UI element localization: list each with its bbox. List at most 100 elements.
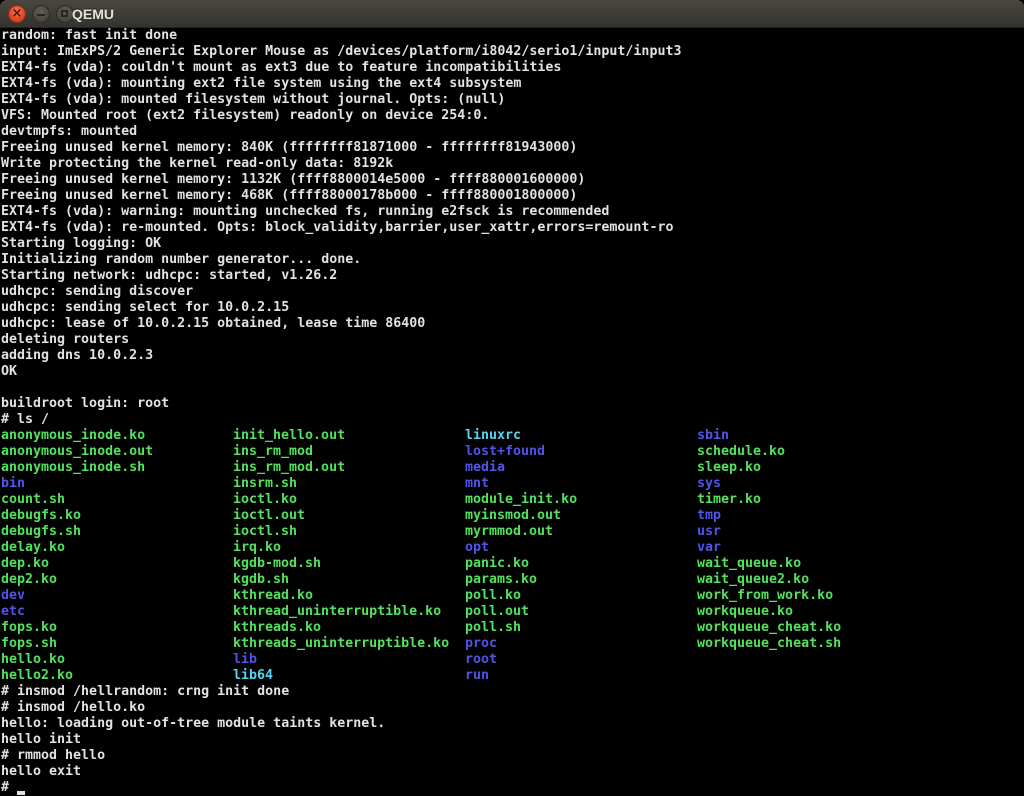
terminal-text: sleep.ko [697, 460, 761, 476]
terminal-line: # rmmod hello [1, 748, 1024, 764]
maximize-icon [61, 10, 68, 17]
terminal-text: debugfs.ko [1, 508, 81, 524]
terminal-text: hello2.ko [1, 668, 73, 684]
terminal-line: fops.sh kthreads_uninterruptible.ko proc wo… [1, 636, 1024, 652]
terminal-line: delay.koirq.kooptvar [1, 540, 1024, 556]
terminal-line: bininsrm.shmntsys [1, 476, 1024, 492]
terminal-line: Write protecting the kernel read-only da… [1, 156, 1024, 172]
terminal-text: poll.ko [465, 588, 521, 604]
terminal-line: debugfs.koioctl.outmyinsmod.outtmp [1, 508, 1024, 524]
terminal-text: ins_rm_mod [233, 444, 313, 460]
terminal-text: lib64 [233, 668, 273, 684]
terminal-text: tmp [697, 508, 721, 524]
terminal-text: fops.ko [1, 620, 57, 636]
terminal-text: lost+found [465, 444, 545, 460]
terminal-text: # insmod /hello.ko [1, 700, 145, 716]
terminal-line: devtmpfs: mounted [1, 124, 1024, 140]
terminal-line: anonymous_inode.outins_rm_modlost+founds… [1, 444, 1024, 460]
terminal-text: ioctl.sh [233, 524, 297, 540]
terminal-line: Freeing unused kernel memory: 840K (ffff… [1, 140, 1024, 156]
terminal-text: sbin [697, 428, 729, 444]
terminal-text: workqueue_cheat.sh [697, 636, 841, 652]
titlebar[interactable]: × QEMU [0, 0, 1024, 28]
terminal-text: deleting routers [1, 332, 129, 348]
terminal-line: Starting network: udhcpc: started, v1.26… [1, 268, 1024, 284]
terminal-text: ioctl.ko [233, 492, 297, 508]
terminal-line: VFS: Mounted root (ext2 filesystem) read… [1, 108, 1024, 124]
terminal-text: devtmpfs: mounted [1, 124, 137, 140]
qemu-window: × QEMU random: fast init doneinput: ImEx… [0, 0, 1024, 796]
terminal-line: deleting routers [1, 332, 1024, 348]
terminal-text: hello: loading out-of-tree module taints… [1, 716, 385, 732]
terminal-text: irq.ko [233, 540, 281, 556]
terminal-text: kthreads_uninterruptible.ko [233, 636, 449, 652]
terminal-line: # ls / [1, 412, 1024, 428]
terminal-line: hello exit [1, 764, 1024, 780]
terminal-line: OK [1, 364, 1024, 380]
terminal-text: proc [465, 636, 497, 652]
terminal-screen[interactable]: random: fast init doneinput: ImExPS/2 Ge… [0, 28, 1024, 796]
terminal-text: udhcpc: sending select for 10.0.2.15 [1, 300, 289, 316]
terminal-text: Initializing random number generator... … [1, 252, 361, 268]
terminal-text: OK [1, 364, 17, 380]
terminal-text: adding dns 10.0.2.3 [1, 348, 153, 364]
terminal-text: media [465, 460, 505, 476]
terminal-text: insrm.sh [233, 476, 297, 492]
terminal-text: poll.sh [465, 620, 521, 636]
terminal-text: linuxrc [465, 428, 521, 444]
terminal-text: Freeing unused kernel memory: 840K (ffff… [1, 140, 577, 156]
terminal-text: opt [465, 540, 489, 556]
terminal-line: # insmod /hello.ko [1, 700, 1024, 716]
terminal-line: # [1, 780, 1024, 796]
terminal-text: mnt [465, 476, 489, 492]
terminal-text: ins_rm_mod.out [233, 460, 345, 476]
terminal-text: Starting network: udhcpc: started, v1.26… [1, 268, 337, 284]
terminal-text: myrmmod.out [465, 524, 553, 540]
terminal-text: EXT4-fs (vda): re-mounted. Opts: block_v… [1, 220, 673, 236]
terminal-text: module_init.ko [465, 492, 577, 508]
terminal-line: Freeing unused kernel memory: 1132K (fff… [1, 172, 1024, 188]
terminal-text: udhcpc: lease of 10.0.2.15 obtained, lea… [1, 316, 425, 332]
terminal-text: fops.sh [1, 636, 57, 652]
terminal-line: EXT4-fs (vda): mounted filesystem withou… [1, 92, 1024, 108]
terminal-line: EXT4-fs (vda): re-mounted. Opts: block_v… [1, 220, 1024, 236]
terminal-line: EXT4-fs (vda): warning: mounting uncheck… [1, 204, 1024, 220]
terminal-text: random: fast init done [1, 28, 177, 44]
terminal-text: EXT4-fs (vda): couldn't mount as ext3 du… [1, 60, 561, 76]
terminal-text: buildroot login: root [1, 396, 169, 412]
terminal-text: wait_queue.ko [697, 556, 801, 572]
terminal-line: hello: loading out-of-tree module taints… [1, 716, 1024, 732]
terminal-text: kgdb-mod.sh [233, 556, 321, 572]
terminal-line: dep2.kokgdb.shparams.kowait_queue2.ko [1, 572, 1024, 588]
terminal-line: count.sh ioctl.ko module_init.ko timer.ko [1, 492, 1024, 508]
terminal-line: anonymous_inode.koinit_hello.outlinuxrcs… [1, 428, 1024, 444]
close-icon: × [9, 6, 25, 22]
terminal-text: anonymous_inode.out [1, 444, 153, 460]
terminal-text: work_from_work.ko [697, 588, 833, 604]
terminal-text: dep2.ko [1, 572, 57, 588]
terminal-line: input: ImExPS/2 Generic Explorer Mouse a… [1, 44, 1024, 60]
terminal-text: EXT4-fs (vda): mounting ext2 file system… [1, 76, 521, 92]
terminal-line: udhcpc: sending select for 10.0.2.15 [1, 300, 1024, 316]
terminal-text: params.ko [465, 572, 537, 588]
terminal-text: # ls / [1, 412, 49, 428]
terminal-line: fops.kokthreads.kopoll.shworkqueue_cheat… [1, 620, 1024, 636]
terminal-text: hello exit [1, 764, 81, 780]
terminal-text: sys [697, 476, 721, 492]
terminal-line: hello2.ko lib64 run [1, 668, 1024, 684]
terminal-line: etckthread_uninterruptible.kopoll.outwor… [1, 604, 1024, 620]
terminal-text: panic.ko [465, 556, 529, 572]
terminal-line: Freeing unused kernel memory: 468K (ffff… [1, 188, 1024, 204]
terminal-text: hello init [1, 732, 81, 748]
minimize-button[interactable] [32, 5, 50, 23]
terminal-text: timer.ko [697, 492, 761, 508]
terminal-line: hello.kolibroot [1, 652, 1024, 668]
terminal-text: run [465, 668, 489, 684]
terminal-text: hello.ko [1, 652, 65, 668]
terminal-text: count.sh [1, 492, 65, 508]
terminal-text: kthread.ko [233, 588, 313, 604]
terminal-line: dep.kokgdb-mod.shpanic.kowait_queue.ko [1, 556, 1024, 572]
close-button[interactable]: × [8, 5, 26, 23]
terminal-text: workqueue.ko [697, 604, 793, 620]
terminal-text: usr [697, 524, 721, 540]
